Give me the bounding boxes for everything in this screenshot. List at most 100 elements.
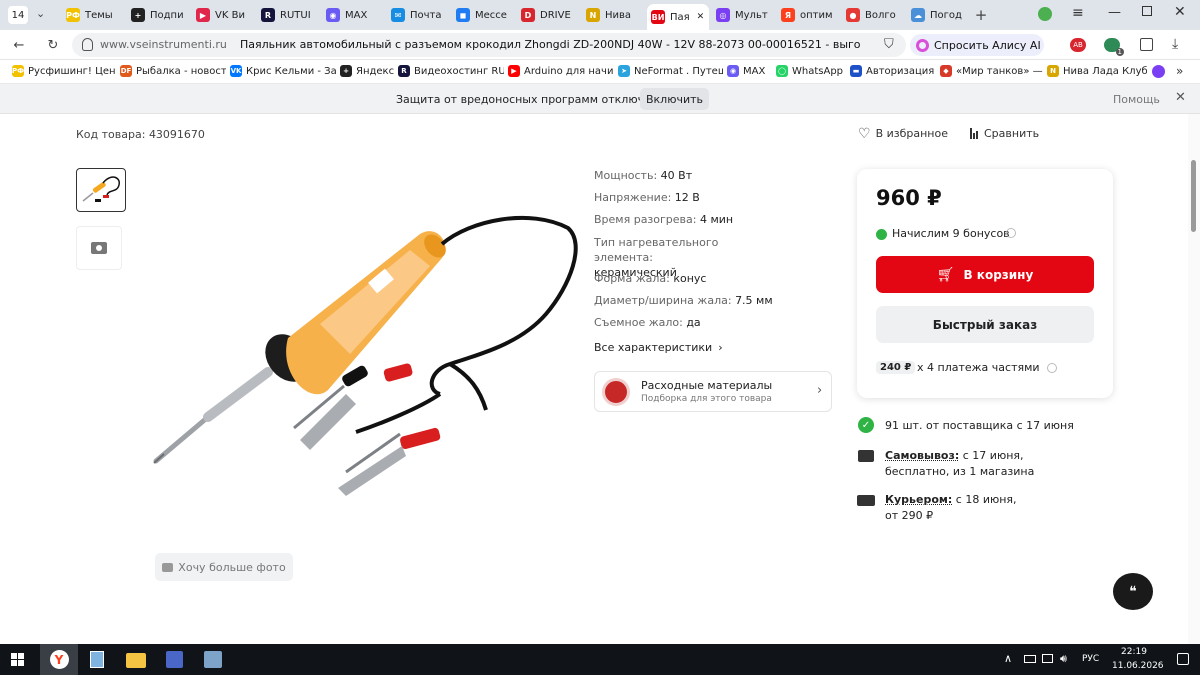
bookmark-item[interactable]: ◆ «Мир танков» — bbox=[940, 65, 1043, 77]
menu-icon[interactable]: ≡ bbox=[1072, 5, 1084, 21]
pickup-icon bbox=[858, 450, 874, 462]
thumbnail-soldering-iron-image bbox=[82, 176, 120, 202]
tab-item[interactable]: ☁ Погод bbox=[907, 4, 967, 26]
quick-order-button[interactable]: Быстрый заказ bbox=[876, 306, 1094, 343]
courier-price: от 290 ₽ bbox=[885, 509, 934, 522]
bookmark-label: Авторизация bbox=[866, 65, 935, 77]
installment-info-icon[interactable] bbox=[1047, 363, 1057, 373]
tab-item[interactable]: + Подпи bbox=[127, 4, 187, 26]
tab-item[interactable]: ◉ MAX bbox=[322, 4, 382, 26]
reload-icon[interactable]: ↻ bbox=[44, 36, 62, 54]
tray-network-icon[interactable] bbox=[1042, 654, 1053, 663]
favorite-button[interactable]: ♡ В избранное bbox=[858, 127, 948, 141]
taskbar-save-icon[interactable] bbox=[166, 651, 183, 668]
add-to-cart-button[interactable]: 🛒︎ В корзину bbox=[876, 256, 1094, 293]
more-photos-button[interactable]: Хочу больше фото bbox=[155, 553, 293, 581]
bookmark-favicon-icon: ◉ bbox=[727, 65, 739, 77]
tab-item[interactable]: ◼ Мессе bbox=[452, 4, 512, 26]
bookmark-item[interactable]: РФ Русфишинг! Цент bbox=[12, 65, 116, 77]
alice-button[interactable]: Спросить Алису AI bbox=[910, 34, 1044, 56]
courier-link[interactable]: Курьером: bbox=[885, 493, 952, 506]
scrollbar-thumb[interactable] bbox=[1191, 160, 1196, 232]
all-specs-label: Все характеристики bbox=[594, 341, 713, 354]
site-info-icon[interactable] bbox=[82, 38, 93, 51]
bookmark-favicon-icon: ▬ bbox=[850, 65, 862, 77]
consumables-card[interactable]: Расходные материалы Подборка для этого т… bbox=[594, 371, 832, 412]
bookmark-item[interactable]: VK Крис Кельми - За bbox=[230, 65, 336, 77]
extension-shield-icon[interactable]: 1 bbox=[1104, 38, 1124, 56]
tab-item[interactable]: ✉ Почта bbox=[387, 4, 447, 26]
bookmark-item[interactable]: ◯ WhatsApp bbox=[776, 65, 846, 77]
notifications-icon[interactable] bbox=[1177, 653, 1189, 665]
bookmark-item[interactable]: ➤ NeFormat . Путеш bbox=[618, 65, 723, 77]
bookmark-item[interactable]: DF Рыбалка - новост bbox=[120, 65, 226, 77]
new-tab-button[interactable]: + bbox=[972, 6, 990, 24]
tab-item[interactable]: D DRIVE bbox=[517, 4, 577, 26]
close-window-icon[interactable]: ✕ bbox=[1174, 4, 1186, 20]
bookmark-item[interactable]: ▶ Arduino для начи bbox=[508, 65, 614, 77]
tray-language[interactable]: РУС bbox=[1082, 654, 1099, 664]
bookmark-item[interactable]: ▬ Авторизация bbox=[850, 65, 936, 77]
tray-time[interactable]: 22:19 bbox=[1121, 647, 1147, 657]
collections-icon[interactable] bbox=[1140, 38, 1153, 51]
bookmarks-overflow-icon[interactable]: » bbox=[1176, 64, 1183, 78]
bookmark-item[interactable]: + Яндекс bbox=[340, 65, 394, 77]
compare-button[interactable]: Сравнить bbox=[970, 127, 1039, 140]
address-field[interactable]: www.vseinstrumenti.ru Паяльник автомобил… bbox=[72, 33, 906, 57]
price: 960 ₽ bbox=[876, 186, 942, 210]
tab-label: VK Ви bbox=[215, 9, 245, 21]
extension-badge: 1 bbox=[1115, 48, 1124, 56]
all-specs-link[interactable]: Все характеристики › bbox=[594, 341, 723, 354]
thumbnail-add-photo[interactable] bbox=[76, 226, 122, 270]
extension-adblock-icon[interactable]: AB bbox=[1070, 38, 1086, 52]
tabs-dropdown-icon[interactable]: ⌄ bbox=[36, 7, 45, 20]
tab-close-icon[interactable]: ✕ bbox=[697, 12, 705, 22]
bookmark-icon[interactable]: ⛉ bbox=[884, 37, 894, 52]
tab-item[interactable]: Яоптим bbox=[777, 4, 837, 26]
bookmark-item[interactable]: R Видеохостинг RU bbox=[398, 65, 504, 77]
tab-item[interactable]: РФ Темы bbox=[62, 4, 122, 26]
tab-label: Волго bbox=[865, 9, 896, 21]
infobar-close-icon[interactable]: ✕ bbox=[1175, 90, 1186, 105]
spec-voltage: Напряжение: 12 В bbox=[594, 191, 700, 204]
pickup-link[interactable]: Самовывоз: bbox=[885, 449, 959, 462]
taskbar-network-app-icon[interactable] bbox=[204, 651, 222, 668]
tab-favicon-icon: Я bbox=[781, 8, 795, 22]
tab-item[interactable]: ВИ Пая ✕ bbox=[647, 4, 709, 30]
installment-amount: 240 ₽ bbox=[876, 361, 916, 374]
minimize-icon[interactable]: — bbox=[1108, 5, 1121, 20]
tab-item[interactable]: ◎ Мульт bbox=[712, 4, 772, 26]
bookmark-item[interactable]: N Нива Лада Клуб bbox=[1047, 65, 1147, 77]
tray-keyboard-icon[interactable] bbox=[1024, 655, 1036, 663]
taskbar-explorer-icon[interactable] bbox=[126, 653, 146, 668]
taskbar-notepad-icon[interactable] bbox=[90, 651, 104, 668]
bookmarks-more-icon[interactable] bbox=[1152, 65, 1165, 78]
bookmark-item[interactable]: ◉ MAX bbox=[727, 65, 772, 77]
tray-chevron-icon[interactable]: ∧ bbox=[1004, 652, 1012, 665]
restore-icon[interactable] bbox=[1142, 6, 1152, 16]
downloads-icon[interactable]: ⤓ bbox=[1172, 36, 1178, 52]
bookmark-favicon-icon: ◯ bbox=[776, 65, 788, 77]
thumbnail-selected[interactable] bbox=[76, 168, 126, 212]
back-icon[interactable]: ← bbox=[10, 36, 28, 54]
scrollbar-track[interactable] bbox=[1188, 114, 1200, 644]
bonus-info-icon[interactable] bbox=[1006, 228, 1016, 238]
chat-button[interactable]: ❝ bbox=[1113, 573, 1153, 610]
tab-item[interactable]: ▶ VK Ви bbox=[192, 4, 252, 26]
bookmark-label: Русфишинг! Цент bbox=[28, 65, 116, 77]
infobar-help-link[interactable]: Помощь bbox=[1113, 93, 1160, 106]
tray-date[interactable]: 11.06.2026 bbox=[1112, 661, 1164, 671]
tab-item[interactable]: N Нива bbox=[582, 4, 642, 26]
tab-item[interactable]: ● Волго bbox=[842, 4, 902, 26]
product-main-image[interactable] bbox=[150, 214, 580, 504]
shield-status-icon[interactable] bbox=[1038, 7, 1052, 21]
tab-label: Почта bbox=[410, 9, 442, 21]
infobar-enable-button[interactable]: Включить bbox=[640, 88, 709, 110]
start-windows-icon[interactable] bbox=[11, 653, 24, 666]
tab-counter[interactable]: 14 bbox=[8, 6, 28, 24]
bookmarks-bar: РФ Русфишинг! Цент DF Рыбалка - новост VK Кри… bbox=[0, 60, 1200, 84]
tab-label: Мульт bbox=[735, 9, 768, 21]
tab-item[interactable]: R RUTUI bbox=[257, 4, 317, 26]
tray-volume-icon[interactable]: 🔊︎ bbox=[1060, 652, 1067, 666]
taskbar-yandex-browser-icon[interactable]: Y bbox=[40, 644, 78, 675]
